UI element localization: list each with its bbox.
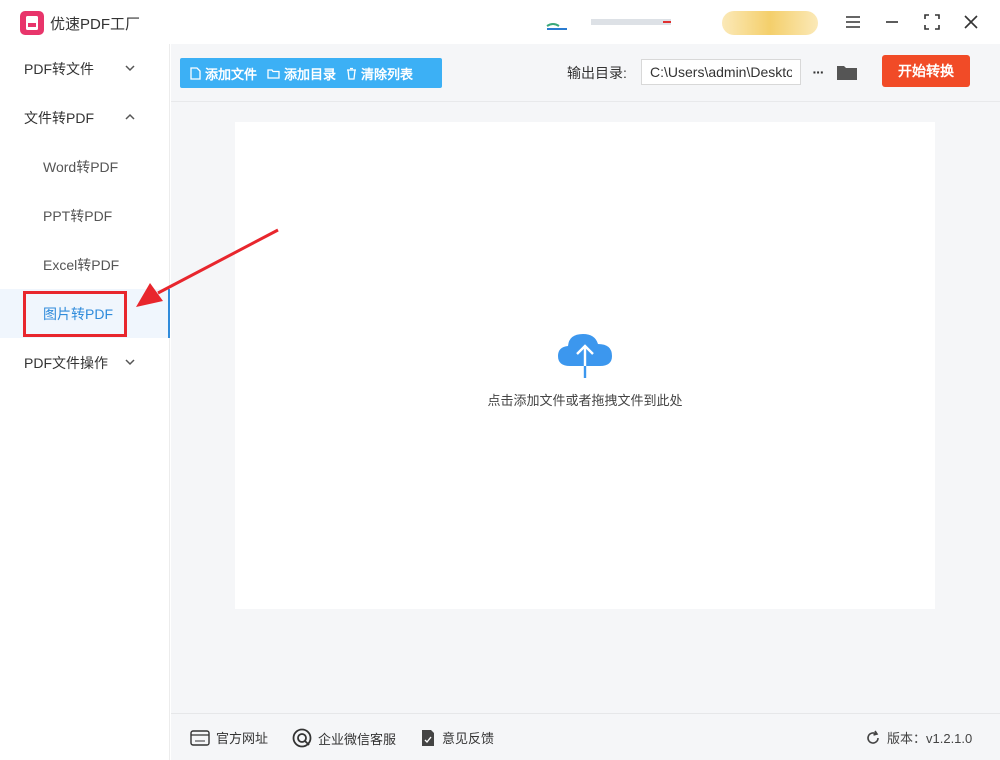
output-dir-input[interactable] [641,59,801,85]
wechat-service-label: 企业微信客服 [318,731,397,747]
app-logo [20,11,44,35]
official-website-link[interactable]: 官方网址 [190,728,268,747]
sidebar: PDF转文件 文件转PDF Word转PDF PPT转PDF Excel转PDF… [0,44,170,760]
chevron-down-icon [125,65,135,72]
promo-badge[interactable] [722,11,818,35]
sidebar-item-image-to-pdf[interactable]: 图片转PDF [0,289,170,338]
sidebar-item-excel-to-pdf[interactable]: Excel转PDF [0,240,170,289]
dropzone-hint: 点击添加文件或者拖拽文件到此处 [487,393,683,408]
nav-group-label: PDF文件操作 [24,354,108,371]
nav-group-label: 文件转PDF [24,109,94,126]
app-title: 优速PDF工厂 [50,16,141,33]
feedback-link[interactable]: 意见反馈 [420,728,494,747]
clear-list-button[interactable]: 清除列表 [341,58,418,88]
minimize-icon [886,21,898,23]
more-options-button[interactable]: ··· [807,59,829,85]
file-icon [190,66,201,80]
feedback-label: 意见反馈 [442,731,495,746]
title-bar: 优速PDF工厂 [0,0,1000,44]
add-folder-label: 添加目录 [284,66,337,82]
menu-button[interactable] [840,10,866,34]
cloud-upload-icon [558,334,612,378]
nav-group-pdf-to-file[interactable]: PDF转文件 [0,44,170,93]
minimize-button[interactable] [879,10,905,34]
clear-list-label: 清除列表 [361,66,414,82]
ellipsis-icon: ··· [812,64,825,80]
add-file-label: 添加文件 [205,66,258,82]
sidebar-item-ppt-to-pdf[interactable]: PPT转PDF [0,191,170,240]
maximize-button[interactable] [919,10,945,34]
status-bar: 官方网址 企业微信客服 意见反馈 版本：v1.2.1.0 [171,713,1000,760]
add-file-button[interactable]: 添加文件 [180,58,262,88]
chevron-down-icon [125,359,135,366]
nav-group-file-to-pdf[interactable]: 文件转PDF [0,93,170,142]
feedback-icon [422,729,434,746]
sidebar-item-label: 图片转PDF [43,305,113,322]
sidebar-item-label: PPT转PDF [43,207,113,224]
maximize-icon [924,14,940,30]
add-folder-button[interactable]: 添加目录 [262,58,341,88]
output-dir-label: 输出目录: [567,65,627,81]
main-panel: 添加文件 添加目录 清除列表 输出目录: ··· 开始转换 点击添加文件或 [171,44,1000,760]
trash-icon [347,67,357,80]
refresh-icon [867,730,879,744]
sidebar-item-label: Word转PDF [43,158,119,175]
version-info: 版本：v1.2.1.0 [865,728,972,747]
sidebar-item-label: Excel转PDF [43,256,120,273]
version-label: 版本：v1.2.1.0 [887,731,973,746]
chat-icon [292,728,312,748]
toolbar-button-group: 添加文件 添加目录 清除列表 [180,58,442,88]
website-icon [190,729,210,746]
close-button[interactable] [958,10,984,34]
folder-icon [267,68,280,79]
sidebar-item-word-to-pdf[interactable]: Word转PDF [0,142,170,191]
nav-group-pdf-operations[interactable]: PDF文件操作 [0,338,170,387]
browse-folder-button[interactable] [835,59,859,85]
promo-banner[interactable] [545,12,675,32]
menu-icon [846,16,860,28]
start-convert-button[interactable]: 开始转换 [882,55,970,87]
toolbar: 添加文件 添加目录 清除列表 输出目录: ··· 开始转换 [171,44,1000,102]
nav-group-label: PDF转文件 [24,60,94,77]
chevron-up-icon [125,113,135,120]
close-icon [964,15,978,29]
file-dropzone[interactable]: 点击添加文件或者拖拽文件到此处 [235,122,935,609]
folder-open-icon [837,66,857,80]
wechat-service-link[interactable]: 企业微信客服 [292,728,396,748]
official-website-label: 官方网址 [216,731,269,746]
